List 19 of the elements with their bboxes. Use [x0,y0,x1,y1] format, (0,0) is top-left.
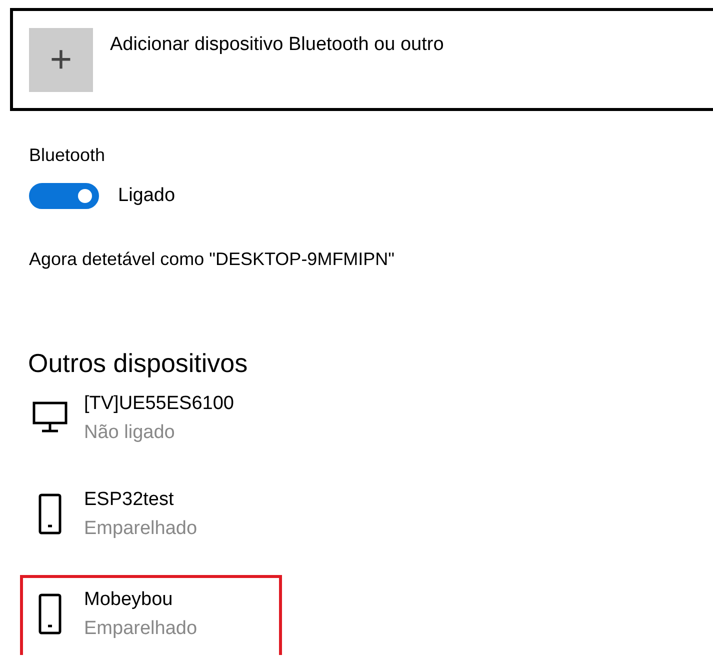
device-item[interactable]: [TV]UE55ES6100 Não ligado [20,379,282,475]
device-name: [TV]UE55ES6100 [84,392,234,416]
highlighted-device-item[interactable]: Mobeybou Emparelhado [20,575,282,655]
device-name: Mobeybou [84,588,174,612]
bluetooth-label: Bluetooth [29,145,106,166]
bluetooth-toggle[interactable] [29,183,99,209]
phone-icon [38,493,62,535]
add-device-button[interactable]: + Adicionar dispositivo Bluetooth ou outro [10,8,713,111]
monitor-icon [32,401,68,433]
device-item[interactable]: ESP32test Emparelhado [20,475,282,571]
discoverable-text: Agora detetável como "DESKTOP-9MFMIPN" [29,249,396,270]
section-heading: Outros dispositivos [28,348,249,379]
phone-icon [38,593,62,635]
device-status: Emparelhado [84,517,198,541]
device-status: Emparelhado [84,617,198,641]
toggle-state-label: Ligado [118,185,176,207]
device-status: Não ligado [84,421,176,445]
device-name: ESP32test [84,488,175,512]
plus-tile: + [29,28,93,92]
